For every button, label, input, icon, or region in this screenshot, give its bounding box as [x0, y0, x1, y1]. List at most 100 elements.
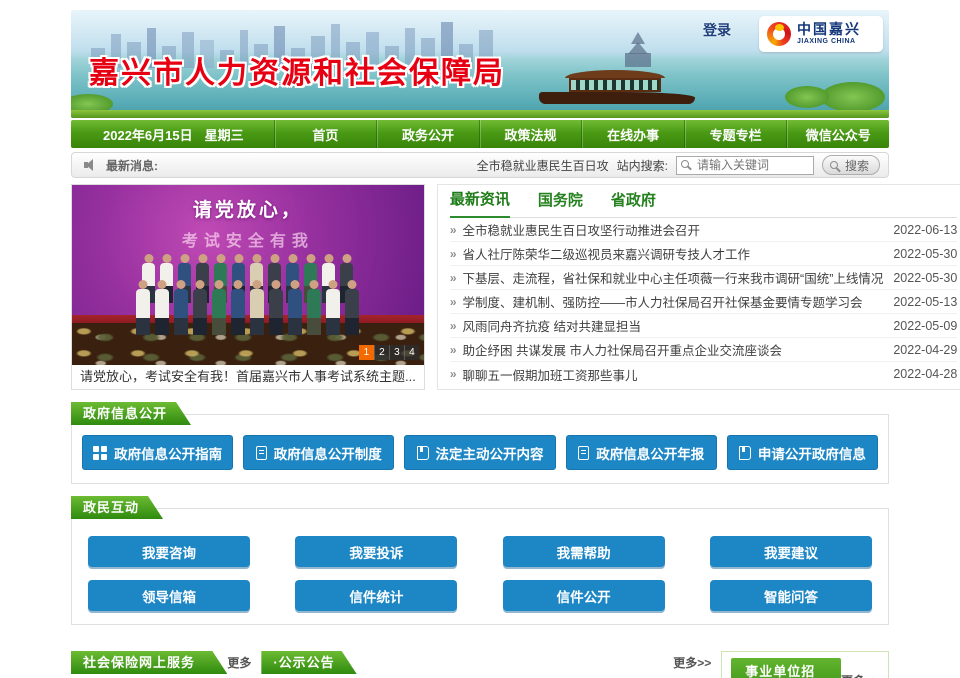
- section-title-interaction: 政民互动: [71, 496, 163, 519]
- photo-carousel: 请党放心， 考试安全有我 1 2 3 4 请党放心，考试安全有我！首届嘉兴市人事…: [71, 184, 425, 390]
- news-row[interactable]: » 学制度、建机制、强防控——市人力社保局召开社保基金要情专题学习会 2022-…: [450, 290, 957, 314]
- doc-check-icon: [256, 446, 267, 460]
- btn-apply-disclosure[interactable]: 申请公开政府信息: [727, 435, 878, 470]
- tree-illustration: [785, 86, 829, 108]
- person-figure: [193, 289, 207, 335]
- news-date: 2022-05-09: [893, 319, 957, 333]
- news-row[interactable]: » 下基层、走流程，省社保和就业中心主任项薇一行来我市调研“国统”上线情况 20…: [450, 266, 957, 290]
- button-label: 申请公开政府信息: [758, 443, 866, 463]
- news-ticker-bar: 最新消息: 全市稳就业惠民生百日攻 站内搜索: 搜索: [71, 152, 889, 178]
- news-title: 助企纾困 共谋发展 市人力社保局召开重点企业交流座谈会: [463, 340, 884, 359]
- news-date: 2022-04-28: [893, 367, 957, 381]
- recruitment-column: 事业单位招聘 更多>> 嘉兴市妇幼保健院2022年公开... 2022年嘉兴市属…: [721, 651, 889, 678]
- arrow-icon: »: [450, 319, 457, 333]
- logo-title: 中国嘉兴: [797, 22, 861, 37]
- arrow-icon: »: [450, 367, 457, 381]
- carousel-caption[interactable]: 请党放心，考试安全有我！首届嘉兴市人事考试系统主题...: [72, 365, 424, 389]
- btn-complain[interactable]: 我要投诉: [295, 536, 457, 567]
- announcements-column: ·公示公告 更多>> » 关于设立嘉善技工学校的公示 2022-05-18 » …: [261, 651, 711, 678]
- arrow-icon: »: [450, 343, 457, 357]
- boat-illustration: [539, 70, 695, 104]
- section-title-social-insurance: 社会保险网上服务大厅: [71, 651, 227, 674]
- city-logo[interactable]: 中国嘉兴 JIAXING CHINA: [759, 16, 883, 52]
- person-figure: [345, 289, 359, 335]
- nav-item-gov-open[interactable]: 政务公开: [376, 120, 479, 148]
- social-insurance-column: 社会保险网上服务大厅 更多 个人(单位)社保证明打印 办事指南: [71, 651, 251, 678]
- interaction-row-1: 我要咨询 我要投诉 我需帮助 我要建议: [72, 536, 888, 567]
- logo-subtitle: JIAXING CHINA: [797, 38, 861, 46]
- tab-provincial-gov[interactable]: 省政府: [611, 189, 656, 217]
- site-search: 全市稳就业惠民生百日攻 站内搜索: 搜索: [477, 155, 880, 175]
- boat-hull: [539, 92, 695, 104]
- more-link-announcements[interactable]: 更多>>: [673, 654, 711, 671]
- main-nav: 2022年6月15日 星期三 首页 政务公开 政策法规 在线办事 专题专栏 微信…: [71, 120, 889, 148]
- btn-disclosure-system[interactable]: 政府信息公开制度: [243, 435, 394, 470]
- tab-state-council[interactable]: 国务院: [538, 189, 583, 217]
- news-title: 聊聊五一假期加班工资那些事儿: [463, 365, 884, 384]
- person-figure: [174, 289, 188, 335]
- pager-dot-3[interactable]: 3: [389, 345, 404, 360]
- nav-item-home[interactable]: 首页: [274, 120, 377, 148]
- main-content-row: 请党放心， 考试安全有我 1 2 3 4 请党放心，考试安全有我！首届嘉兴市人事…: [71, 184, 889, 390]
- btn-letter-disclosure[interactable]: 信件公开: [503, 580, 665, 611]
- search-icon: [830, 161, 838, 169]
- search-input[interactable]: [676, 156, 814, 175]
- banner-grass-strip: [71, 110, 889, 118]
- news-title: 省人社厅陈荣华二级巡视员来嘉兴调研专技人才工作: [463, 244, 884, 263]
- news-row[interactable]: » 助企纾困 共谋发展 市人力社保局召开重点企业交流座谈会 2022-04-29: [450, 338, 957, 362]
- site-title: 嘉兴市人力资源和社会保障局: [89, 48, 505, 92]
- person-figure: [288, 289, 302, 335]
- news-date: 2022-05-13: [893, 295, 957, 309]
- interaction-section: 政民互动 我要咨询 我要投诉 我需帮助 我要建议 领导信箱 信件统计 信件公开 …: [71, 508, 889, 625]
- person-figure: [136, 289, 150, 335]
- logo-text: 中国嘉兴 JIAXING CHINA: [797, 22, 861, 45]
- person-figure: [231, 289, 245, 335]
- news-row[interactable]: » 全市稳就业惠民生百日攻坚行动推进会召开 2022-06-13: [450, 218, 957, 242]
- person-figure: [250, 289, 264, 335]
- person-figure: [307, 289, 321, 335]
- news-date: 2022-05-30: [893, 271, 957, 285]
- btn-need-help[interactable]: 我需帮助: [503, 536, 665, 567]
- pager-dot-2[interactable]: 2: [374, 345, 389, 360]
- info-disclosure-section: 政府信息公开 政府信息公开指南 政府信息公开制度 法定主动公开内容 政府信息公开…: [71, 414, 889, 484]
- btn-statutory-disclosure[interactable]: 法定主动公开内容: [404, 435, 555, 470]
- ticker-label: 最新消息:: [106, 157, 158, 174]
- search-button[interactable]: 搜索: [822, 155, 880, 175]
- btn-consult[interactable]: 我要咨询: [88, 536, 250, 567]
- nav-item-wechat[interactable]: 微信公众号: [786, 120, 889, 148]
- news-date: 2022-04-29: [893, 343, 957, 357]
- nav-item-online-services[interactable]: 在线办事: [581, 120, 684, 148]
- more-link-social-insurance[interactable]: 更多: [227, 654, 251, 671]
- news-row[interactable]: » 风雨同舟齐抗疫 结对共建显担当 2022-05-09: [450, 314, 957, 338]
- btn-disclosure-guide[interactable]: 政府信息公开指南: [82, 435, 233, 470]
- news-row[interactable]: » 聊聊五一假期加班工资那些事儿 2022-04-28: [450, 362, 957, 386]
- news-title: 全市稳就业惠民生百日攻坚行动推进会召开: [463, 220, 884, 239]
- news-panel: 最新资讯 国务院 省政府 » 全市稳就业惠民生百日攻坚行动推进会召开 2022-…: [437, 184, 960, 390]
- news-row[interactable]: » 省人社厅陈荣华二级巡视员来嘉兴调研专技人才工作 2022-05-30: [450, 242, 957, 266]
- page: 嘉兴市人力资源和社会保障局 登录 中国嘉兴 JIAXING CHINA 2022…: [71, 10, 889, 678]
- interaction-row-2: 领导信箱 信件统计 信件公开 智能问答: [72, 580, 888, 611]
- tree-illustration: [821, 82, 885, 112]
- hot-search-word[interactable]: 全市稳就业惠民生百日攻: [477, 157, 609, 174]
- speaker-icon: [84, 159, 98, 171]
- tab-latest-news[interactable]: 最新资讯: [450, 188, 510, 218]
- pager-dot-1[interactable]: 1: [359, 345, 374, 360]
- nav-item-special-topics[interactable]: 专题专栏: [684, 120, 787, 148]
- btn-smart-qa[interactable]: 智能问答: [710, 580, 872, 611]
- btn-letter-stats[interactable]: 信件统计: [295, 580, 457, 611]
- button-label: 政府信息公开制度: [274, 443, 382, 463]
- nav-item-policies[interactable]: 政策法规: [479, 120, 582, 148]
- button-label: 政府信息公开年报: [596, 443, 704, 463]
- boat-roof: [565, 70, 665, 78]
- btn-suggest[interactable]: 我要建议: [710, 536, 872, 567]
- btn-annual-report[interactable]: 政府信息公开年报: [566, 435, 717, 470]
- btn-leader-mailbox[interactable]: 领导信箱: [88, 580, 250, 611]
- carousel-slide[interactable]: 请党放心， 考试安全有我 1 2 3 4: [72, 185, 424, 365]
- login-link[interactable]: 登录: [703, 20, 731, 40]
- person-figure: [269, 289, 283, 335]
- pager-dot-4[interactable]: 4: [404, 345, 419, 360]
- news-tabs: 最新资讯 国务院 省政府: [450, 185, 957, 218]
- more-link-recruitment[interactable]: 更多>>: [841, 672, 879, 678]
- news-date: 2022-05-30: [893, 247, 957, 261]
- slide-text-line1: 请党放心，: [72, 195, 424, 222]
